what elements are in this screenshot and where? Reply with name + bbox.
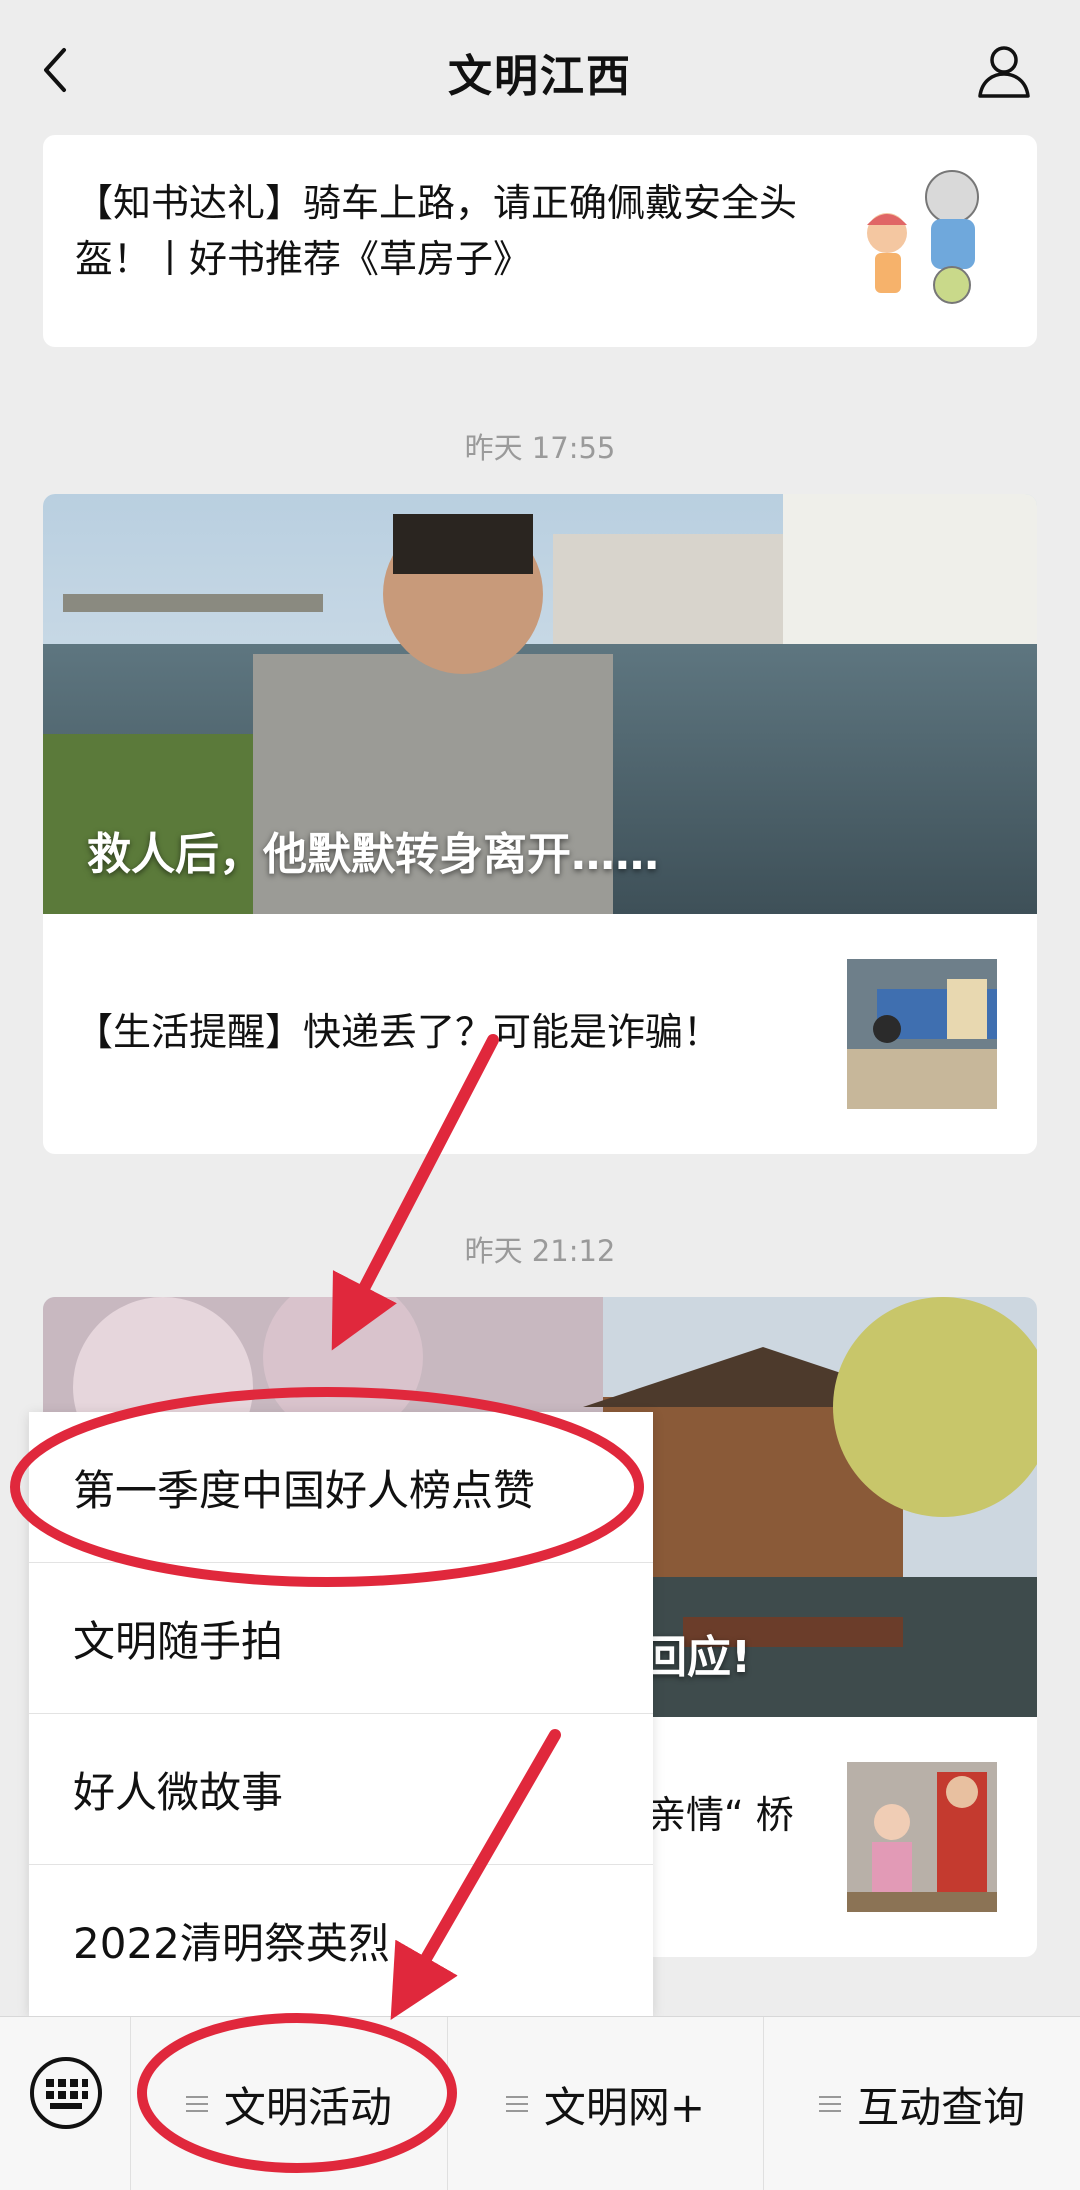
tab-interactive-query[interactable]: 互动查询 xyxy=(763,2017,1080,2190)
article-thumbnail xyxy=(847,1762,997,1912)
bottom-menu-bar: 文明活动 文明网+ 互动查询 xyxy=(0,2016,1080,2190)
page-title: 文明江西 xyxy=(448,51,632,102)
menu-item-good-people-like[interactable]: 第一季度中国好人榜点赞 xyxy=(29,1412,653,1563)
menu-tabs: 文明活动 文明网+ 互动查询 xyxy=(130,2017,1080,2190)
profile-icon[interactable] xyxy=(976,42,1032,98)
article-group-card: 救人后，他默默转身离开…… 【生活提醒】快递丢了？可能是诈骗！ xyxy=(43,494,1037,1154)
tab-civilization-activities[interactable]: 文明活动 xyxy=(130,2017,447,2190)
tab-label: 互动查询 xyxy=(857,2082,1026,2132)
timestamp: 昨天 17:55 xyxy=(464,431,616,465)
article-title: 【知书达礼】骑车上路，请正确佩戴安全头盔！丨好书推荐《草房子》 xyxy=(75,181,798,281)
menu-lines-icon xyxy=(185,2091,208,2117)
activity-menu: 第一季度中国好人榜点赞 文明随手拍 好人微故事 2022清明祭英烈 xyxy=(29,1412,653,2016)
keyboard-icon[interactable] xyxy=(30,2057,102,2129)
article-title: 亲情“ 桥 xyxy=(648,1793,794,1837)
timestamp: 昨天 21:12 xyxy=(464,1234,616,1268)
menu-item-civilization-snapshot[interactable]: 文明随手拍 xyxy=(29,1563,653,1714)
cover-title: 回应! xyxy=(643,1632,752,1683)
cover-title: 救人后，他默默转身离开…… xyxy=(87,829,659,880)
menu-lines-icon xyxy=(819,2091,842,2117)
tab-label: 文明活动 xyxy=(223,2082,392,2132)
article-card[interactable]: 【知书达礼】骑车上路，请正确佩戴安全头盔！丨好书推荐《草房子》 xyxy=(43,135,1037,347)
article-title: 【生活提醒】快递丢了？可能是诈骗！ xyxy=(75,1010,722,1054)
menu-item-micro-stories[interactable]: 好人微故事 xyxy=(29,1714,653,1865)
top-bar: 文明江西 xyxy=(0,0,1080,138)
tab-label: 文明网+ xyxy=(543,2082,706,2132)
tab-civilization-net[interactable]: 文明网+ xyxy=(446,2017,764,2190)
article-list-item[interactable]: 【生活提醒】快递丢了？可能是诈骗！ xyxy=(43,914,1037,1154)
article-thumbnail xyxy=(847,155,997,315)
menu-lines-icon xyxy=(505,2091,528,2117)
cover-image[interactable]: 救人后，他默默转身离开…… xyxy=(43,494,1037,914)
article-thumbnail xyxy=(847,959,997,1109)
menu-item-qingming-heroes[interactable]: 2022清明祭英烈 xyxy=(29,1865,653,2016)
